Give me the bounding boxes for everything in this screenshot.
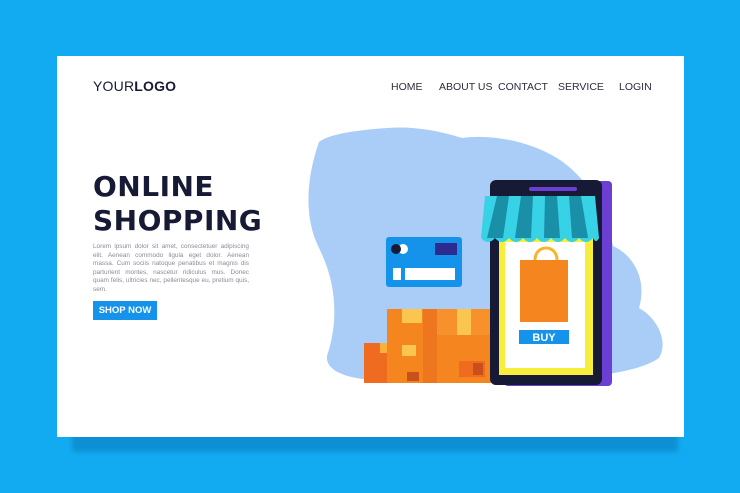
landing-page: YOURLOGO HOME ABOUT US CONTACT SERVICE L… xyxy=(57,56,684,437)
smartphone-icon: BUY xyxy=(481,180,612,386)
shopping-illustration: BUY xyxy=(308,127,663,386)
credit-card-icon xyxy=(386,237,462,287)
awning-icon xyxy=(481,196,599,242)
buy-label: BUY xyxy=(532,332,556,344)
